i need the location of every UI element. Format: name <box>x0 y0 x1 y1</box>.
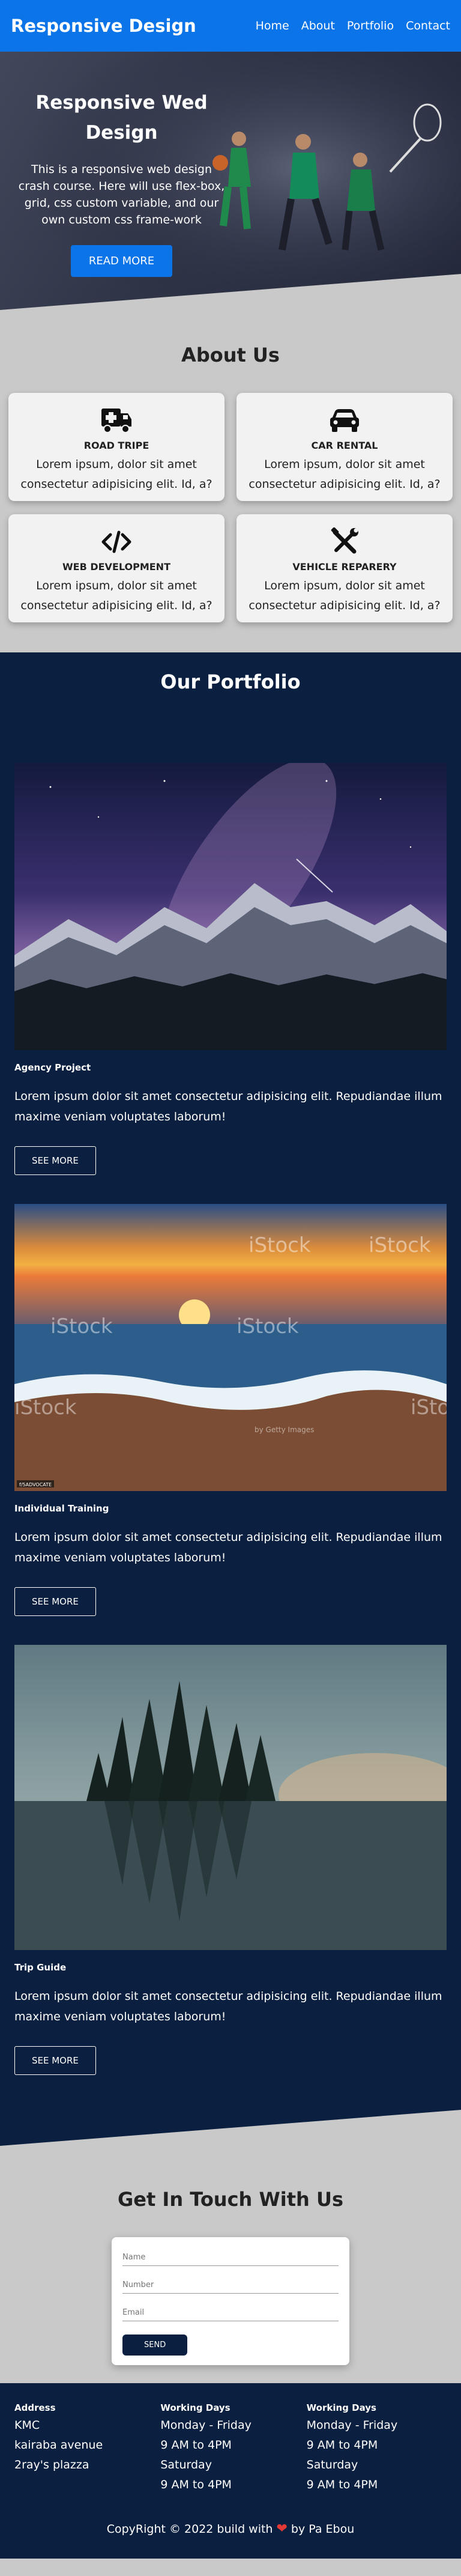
lake-forest-image[interactable] <box>14 1645 447 1950</box>
portfolio-item-title: Individual Training <box>14 1503 109 1514</box>
contact-title: Get In Touch With Us <box>118 2188 343 2211</box>
see-more-button[interactable]: SEE MORE <box>14 1587 96 1616</box>
watermark: iStock <box>249 1233 311 1257</box>
footer-line: Saturday <box>306 2458 358 2471</box>
about-cards-grid: ROAD TRIPE Lorem ipsum, dolor sit amet c… <box>8 393 453 622</box>
hero-content: Responsive Wed Design This is a responsi… <box>18 88 225 277</box>
watermark: iStock <box>237 1314 299 1338</box>
copyright-author: by Pa Ebou <box>291 2522 355 2536</box>
card-text: Lorem ipsum, dolor sit amet consectetur … <box>20 579 212 612</box>
hero-title: Responsive Wed Design <box>18 88 225 148</box>
footer-columns: Address KMC kairaba avenue 2ray's plazza… <box>14 2402 447 2495</box>
number-input[interactable] <box>122 2277 339 2294</box>
send-button[interactable]: SEND <box>122 2334 188 2356</box>
name-input[interactable] <box>122 2249 339 2266</box>
portfolio-list: Agency Project Lorem ipsum dolor sit ame… <box>14 763 447 2075</box>
footer-line: 9 AM to 4PM <box>306 2478 378 2491</box>
contact-section: Get In Touch With Us SEND <box>0 2146 461 2383</box>
footer-heading: Address <box>14 2402 56 2413</box>
photo-credit: f/5ADVOCATE <box>19 1482 52 1487</box>
beach-sunset-image[interactable]: iStock iStock iStock iStock iStock iStoc… <box>14 1204 447 1491</box>
about-card-car-rental: CAR RENTAL Lorem ipsum, dolor sit amet c… <box>237 393 453 501</box>
nav-contact-link[interactable]: Contact <box>406 19 450 32</box>
tools-icon <box>246 526 443 557</box>
footer-line: KMC <box>14 2419 40 2432</box>
portfolio-item: Trip Guide Lorem ipsum dolor sit amet co… <box>14 1645 447 2075</box>
hero-diagonal-divider <box>0 274 461 310</box>
footer-line: Monday - Friday <box>306 2419 398 2432</box>
watermark-sub: by Getty Images <box>255 1426 314 1434</box>
brand-logo[interactable]: Responsive Design <box>11 16 196 36</box>
see-more-button[interactable]: SEE MORE <box>14 1146 96 1175</box>
top-navbar: Responsive Design Home About Portfolio C… <box>0 0 461 52</box>
footer-line: Saturday <box>160 2458 212 2471</box>
copyright: CopyRight © 2022 build with ❤ by Pa Ebou <box>14 2521 447 2536</box>
hero-title-line-2: Design <box>85 122 158 144</box>
code-icon <box>18 526 215 557</box>
portfolio-item-text: Lorem ipsum dolor sit amet consectetur a… <box>14 1990 442 2023</box>
site-footer: Address KMC kairaba avenue 2ray's plazza… <box>0 2383 461 2559</box>
heart-icon: ❤ <box>276 2521 288 2536</box>
portfolio-item-title: Agency Project <box>14 1062 91 1073</box>
footer-line: 2ray's plazza <box>14 2458 89 2471</box>
nav-portfolio-link[interactable]: Portfolio <box>347 19 394 32</box>
contact-form: SEND <box>112 2237 349 2365</box>
footer-column-address: Address KMC kairaba avenue 2ray's plazza <box>14 2402 154 2495</box>
main-nav: Home About Portfolio Contact <box>256 19 450 32</box>
card-text: Lorem ipsum, dolor sit amet consectetur … <box>249 579 441 612</box>
hero-section: Responsive Wed Design This is a responsi… <box>0 52 461 310</box>
mountain-night-sky-image[interactable] <box>14 763 447 1050</box>
card-text: Lorem ipsum, dolor sit amet consectetur … <box>249 458 441 491</box>
portfolio-item-text: Lorem ipsum dolor sit amet consectetur a… <box>14 1531 442 1564</box>
about-section: About Us ROAD TRIPE Lorem ipsum, dolor s… <box>0 310 461 652</box>
about-card-web-development: WEB DEVELOPMENT Lorem ipsum, dolor sit a… <box>8 514 224 622</box>
card-title: WEB DEVELOPMENT <box>62 561 170 573</box>
watermark: iStock <box>411 1396 447 1420</box>
portfolio-item-title: Trip Guide <box>14 1962 67 1973</box>
watermark: iStock <box>369 1233 431 1257</box>
about-card-vehicle-repair: VEHICLE REPARERY Lorem ipsum, dolor sit … <box>237 514 453 622</box>
nav-home-link[interactable]: Home <box>256 19 289 32</box>
see-more-button[interactable]: SEE MORE <box>14 2046 96 2075</box>
footer-line: kairaba avenue <box>14 2438 103 2452</box>
portfolio-item: Agency Project Lorem ipsum dolor sit ame… <box>14 763 447 1175</box>
about-title: About Us <box>181 344 280 366</box>
watermark: iStock <box>50 1314 113 1338</box>
hero-title-line-1: Responsive Wed <box>35 92 208 114</box>
footer-column-working-days: Working Days Monday - Friday 9 AM to 4PM… <box>160 2402 300 2495</box>
footer-line: Monday - Friday <box>160 2419 252 2432</box>
hero-description: This is a responsive web design crash co… <box>18 163 225 226</box>
truck-medical-icon <box>18 405 215 436</box>
nav-about-link[interactable]: About <box>301 19 335 32</box>
footer-line: 9 AM to 4PM <box>160 2478 232 2491</box>
footer-line: 9 AM to 4PM <box>160 2438 232 2452</box>
portfolio-item: iStock iStock iStock iStock iStock iStoc… <box>14 1204 447 1616</box>
card-title: ROAD TRIPE <box>83 440 149 451</box>
footer-heading: Working Days <box>306 2402 376 2413</box>
email-input[interactable] <box>122 2304 339 2321</box>
footer-heading: Working Days <box>160 2402 230 2413</box>
card-title: VEHICLE REPARERY <box>292 561 397 573</box>
watermark: iStock <box>14 1396 77 1420</box>
car-icon <box>246 405 443 436</box>
card-text: Lorem ipsum, dolor sit amet consectetur … <box>20 458 212 491</box>
about-card-road-trip: ROAD TRIPE Lorem ipsum, dolor sit amet c… <box>8 393 224 501</box>
read-more-button[interactable]: READ MORE <box>70 245 173 277</box>
portfolio-item-text: Lorem ipsum dolor sit amet consectetur a… <box>14 1090 442 1123</box>
portfolio-title: Our Portfolio <box>160 670 301 693</box>
footer-column-working-days-2: Working Days Monday - Friday 9 AM to 4PM… <box>307 2402 447 2495</box>
copyright-text: CopyRight © 2022 build with <box>106 2522 273 2536</box>
footer-line: 9 AM to 4PM <box>306 2438 378 2452</box>
portfolio-diagonal-divider <box>0 2110 461 2146</box>
card-title: CAR RENTAL <box>311 440 378 451</box>
portfolio-section: Our Portfolio Agency Project Lorem ipsum… <box>0 652 461 2146</box>
